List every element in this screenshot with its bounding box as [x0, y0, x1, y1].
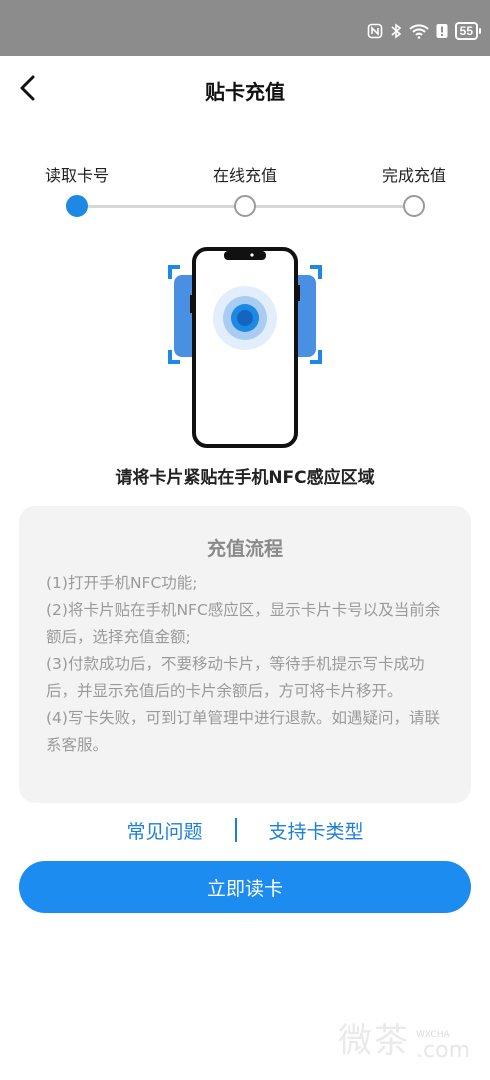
watermark-logo: 微茶 WXCHA .com — [338, 1013, 470, 1062]
recharge-process-card: 充值流程 (1)打开手机NFC功能; (2)将卡片贴在手机NFC感应区，显示卡片… — [19, 506, 471, 803]
process-step-2: (2)将卡片贴在手机NFC感应区，显示卡片卡号以及当前余额后，选择充值金额; — [46, 601, 441, 646]
page-title: 贴卡充值 — [205, 80, 285, 104]
process-step-3: (3)付款成功后，不要移动卡片，等待手机提示写卡成功后，并显示充值后的卡片余额后… — [46, 655, 425, 700]
step-label-complete: 完成充值 — [381, 166, 447, 185]
bluetooth-icon — [390, 23, 402, 39]
progress-stepper: 读取卡号 在线充值 完成充值 — [0, 158, 490, 228]
link-divider — [234, 818, 237, 842]
supported-cards-link[interactable]: 支持卡类型 — [269, 817, 364, 844]
nfc-instruction: 请将卡片紧贴在手机NFC感应区域 — [115, 468, 375, 488]
step-label-read: 读取卡号 — [44, 166, 110, 185]
step-dot-complete — [403, 195, 425, 217]
nfc-icon — [367, 23, 383, 39]
status-bar: 55 — [0, 0, 490, 56]
header: 贴卡充值 — [0, 56, 490, 126]
process-step-4: (4)写卡失败，可到订单管理中进行退款。如遇疑问，请联系客服。 — [46, 709, 440, 754]
read-card-button[interactable]: 立即读卡 — [19, 861, 471, 913]
process-steps: (1)打开手机NFC功能; (2)将卡片贴在手机NFC感应区，显示卡片卡号以及当… — [46, 570, 449, 759]
step-dot-read — [66, 195, 88, 217]
alert-icon — [436, 23, 448, 39]
step-label-recharge: 在线充值 — [212, 166, 278, 185]
process-title: 充值流程 — [206, 538, 283, 560]
wifi-icon — [408, 23, 429, 39]
step-dot-recharge — [234, 195, 256, 217]
battery-indicator: 55 — [454, 22, 482, 40]
status-icons: 55 — [367, 20, 482, 42]
watermark-bottom: .com — [416, 1038, 470, 1063]
watermark-main: 微茶 — [338, 1021, 411, 1061]
faq-link[interactable]: 常见问题 — [126, 817, 202, 844]
phone-nfc-icon — [160, 245, 330, 450]
process-step-1: (1)打开手机NFC功能; — [46, 574, 198, 592]
watermark-small: WXCHA .com — [416, 1031, 470, 1062]
help-links: 常见问题 支持卡类型 — [0, 812, 490, 848]
